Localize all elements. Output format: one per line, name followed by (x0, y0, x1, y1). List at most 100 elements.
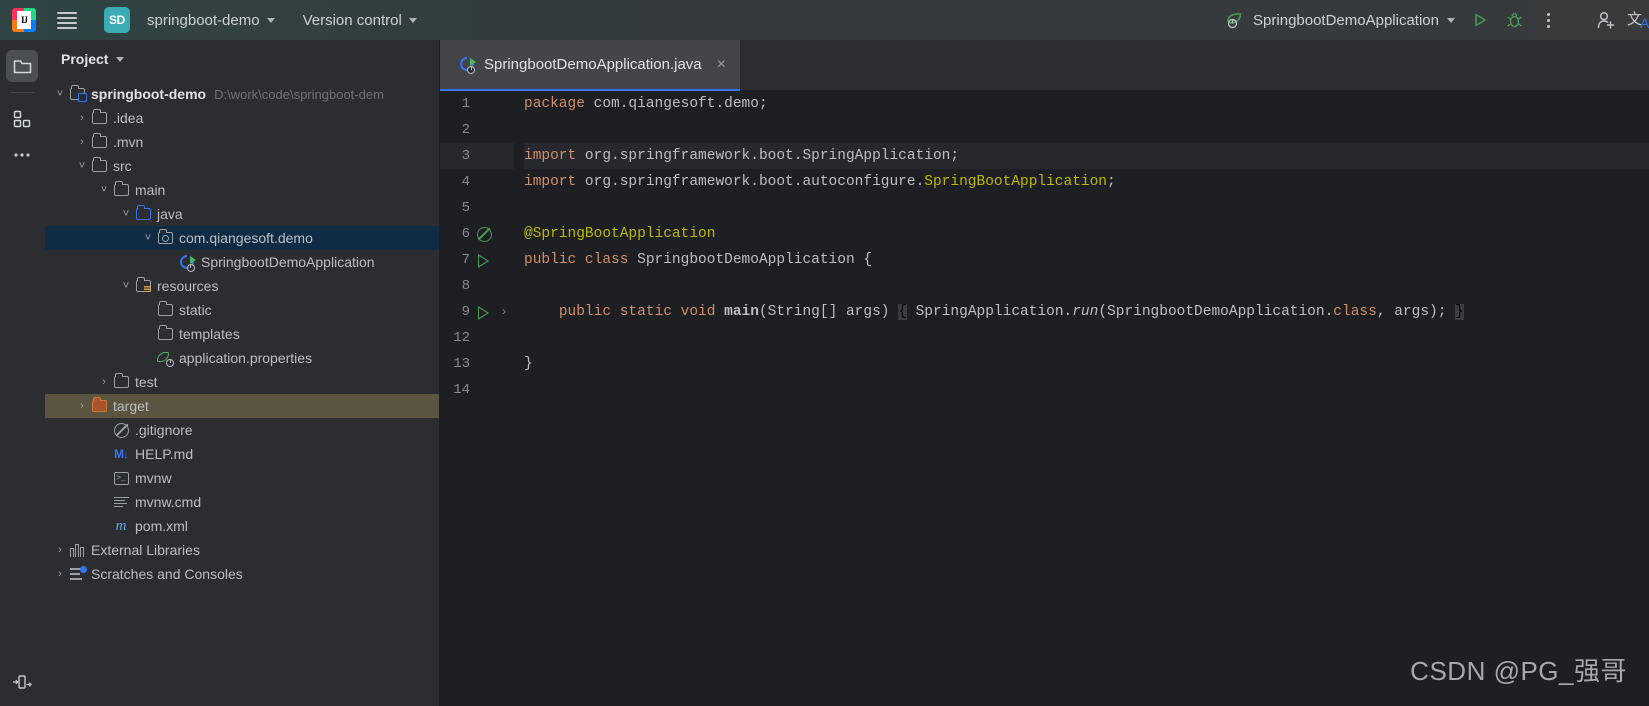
gutter-line[interactable]: 9 › (440, 299, 514, 325)
chevron-right-icon[interactable]: › (75, 112, 89, 124)
code-line[interactable]: } (524, 351, 1649, 377)
tree-node-com-qiangesoft-demo[interactable]: ˅ com.qiangesoft.demo (45, 226, 439, 250)
code-line[interactable]: public class SpringbootDemoApplication { (524, 247, 1649, 273)
line-number: 3 (461, 148, 470, 164)
tree-node-templates[interactable]: ›templates (45, 322, 439, 346)
project-tool-window: Project ˅ springboot-demo D:\work\code\spr… (45, 40, 440, 706)
scratches-icon (69, 566, 87, 580)
translate-button[interactable]: 文 A (1627, 5, 1649, 35)
gutter-line[interactable]: 6 (440, 221, 514, 247)
tree-node-application-properties[interactable]: ›application.properties (45, 346, 439, 370)
tree-node-label: target (113, 398, 149, 414)
gutter-line[interactable]: 5 (440, 195, 514, 221)
editor-area: SpringbootDemoApplication.java × 1234567… (440, 40, 1649, 706)
layout-settings-icon (13, 675, 32, 689)
code-line[interactable] (524, 325, 1649, 351)
tree-node-scratches-and-consoles[interactable]: › Scratches and Consoles (45, 562, 439, 586)
code-line[interactable]: public static void main(String[] args) {… (524, 299, 1649, 325)
chevron-right-icon[interactable]: › (75, 400, 89, 412)
tree-node-mvnw-cmd[interactable]: ›mvnw.cmd (45, 490, 439, 514)
rail-structure-button[interactable] (6, 103, 38, 135)
close-icon[interactable]: × (717, 56, 726, 73)
chevron-down-icon[interactable]: ˅ (119, 208, 133, 220)
gutter-line[interactable]: 1 (440, 91, 514, 117)
version-control-selector[interactable]: Version control (295, 8, 425, 33)
rail-more-button[interactable] (6, 139, 38, 171)
chevron-down-icon[interactable]: ˅ (53, 88, 67, 100)
code-line[interactable] (524, 377, 1649, 403)
code-line[interactable]: import org.springframework.boot.SpringAp… (524, 143, 1649, 169)
run-button[interactable] (1463, 5, 1497, 35)
tree-node-label: SpringbootDemoApplication (201, 254, 375, 270)
gutter-line[interactable]: 7 (440, 247, 514, 273)
editor-code-content[interactable]: package com.qiangesoft.demo; import org.… (514, 91, 1649, 706)
gutter-line[interactable]: 2 (440, 117, 514, 143)
tree-node-label: test (135, 374, 158, 390)
tree-node-external-libraries[interactable]: › External Libraries (45, 538, 439, 562)
add-account-button[interactable] (1589, 5, 1623, 35)
tree-node-springboot-demo[interactable]: ˅ springboot-demo D:\work\code\springboot-… (45, 82, 439, 106)
project-name-label: springboot-demo (147, 11, 260, 29)
tree-node-idea[interactable]: › .idea (45, 106, 439, 130)
chevron-down-icon[interactable]: ˅ (75, 160, 89, 172)
line-number: 2 (461, 122, 470, 138)
tree-node-help-md[interactable]: ›M↓HELP.md (45, 442, 439, 466)
tree-node-gitignore[interactable]: ›.gitignore (45, 418, 439, 442)
code-line[interactable] (524, 117, 1649, 143)
chevron-down-icon[interactable]: ˅ (141, 232, 155, 244)
intellij-idea-logo-icon: IJ (12, 8, 36, 32)
tree-node-java[interactable]: ˅ java (45, 202, 439, 226)
tree-node-test[interactable]: › test (45, 370, 439, 394)
tree-node-label: Scratches and Consoles (91, 566, 243, 582)
tree-node-mvnw[interactable]: ›>_mvnw (45, 466, 439, 490)
spring-bean-marker-icon[interactable] (475, 226, 493, 242)
code-line[interactable]: import org.springframework.boot.autoconf… (524, 169, 1649, 195)
tree-node-label: mvnw.cmd (135, 494, 202, 510)
code-line[interactable] (524, 195, 1649, 221)
line-number: 7 (461, 252, 470, 268)
chevron-right-icon[interactable]: › (53, 568, 67, 580)
run-line-marker-icon[interactable] (475, 305, 493, 320)
debug-button[interactable] (1497, 5, 1531, 35)
tree-node-static[interactable]: ›static (45, 298, 439, 322)
chevron-right-icon[interactable]: › (97, 376, 111, 388)
code-line[interactable]: @SpringBootApplication (524, 221, 1649, 247)
rail-layout-button[interactable] (6, 666, 38, 698)
more-actions-button[interactable] (1531, 5, 1565, 35)
tree-node-mvn[interactable]: › .mvn (45, 130, 439, 154)
gutter-line[interactable]: 8 (440, 273, 514, 299)
package-icon (157, 229, 173, 244)
gutter-line[interactable]: 13 (440, 351, 514, 377)
chevron-down-icon[interactable]: ˅ (119, 280, 133, 292)
tab-springboot-demo-application[interactable]: SpringbootDemoApplication.java × (440, 40, 740, 91)
chevron-down-icon[interactable]: ˅ (97, 184, 111, 196)
gutter-line[interactable]: 3 (440, 143, 514, 169)
code-line[interactable]: package com.qiangesoft.demo; (524, 91, 1649, 117)
tree-node-main[interactable]: ˅ main (45, 178, 439, 202)
rail-project-button[interactable] (6, 50, 38, 82)
gutter-line[interactable]: 12 (440, 325, 514, 351)
chevron-right-icon[interactable]: › (75, 136, 89, 148)
project-panel-header[interactable]: Project (45, 40, 439, 78)
tree-node-src[interactable]: ˅ src (45, 154, 439, 178)
tree-node-resources[interactable]: ˅ resources (45, 274, 439, 298)
tree-node-target[interactable]: › target (45, 394, 439, 418)
code-line[interactable] (524, 273, 1649, 299)
chevron-right-icon[interactable]: › (53, 544, 67, 556)
code-fold-icon[interactable]: › (498, 305, 510, 319)
tree-node-label: HELP.md (135, 446, 194, 462)
hamburger-menu-icon[interactable] (52, 5, 82, 35)
run-line-marker-icon[interactable] (475, 253, 493, 268)
code-editor[interactable]: 1 2 3 4 5 6 7 8 9 › 12 13 14 package com.qiangesoft.… (440, 91, 1649, 706)
run-configuration-selector[interactable]: SpringbootDemoApplication (1218, 9, 1463, 32)
tree-node-pom-xml[interactable]: ›mpom.xml (45, 514, 439, 538)
tree-node-label: .mvn (113, 134, 144, 150)
editor-gutter[interactable]: 1 2 3 4 5 6 7 8 9 › 12 13 14 (440, 91, 514, 706)
tree-node-icon (176, 251, 197, 272)
tree-node-springbootdemoapplication[interactable]: ›SpringbootDemoApplication (45, 250, 439, 274)
excluded-folder-icon (91, 397, 107, 412)
gutter-line[interactable]: 14 (440, 377, 514, 403)
project-selector[interactable]: SD springboot-demo (96, 3, 283, 37)
debug-bug-icon (1506, 12, 1522, 27)
gutter-line[interactable]: 4 (440, 169, 514, 195)
